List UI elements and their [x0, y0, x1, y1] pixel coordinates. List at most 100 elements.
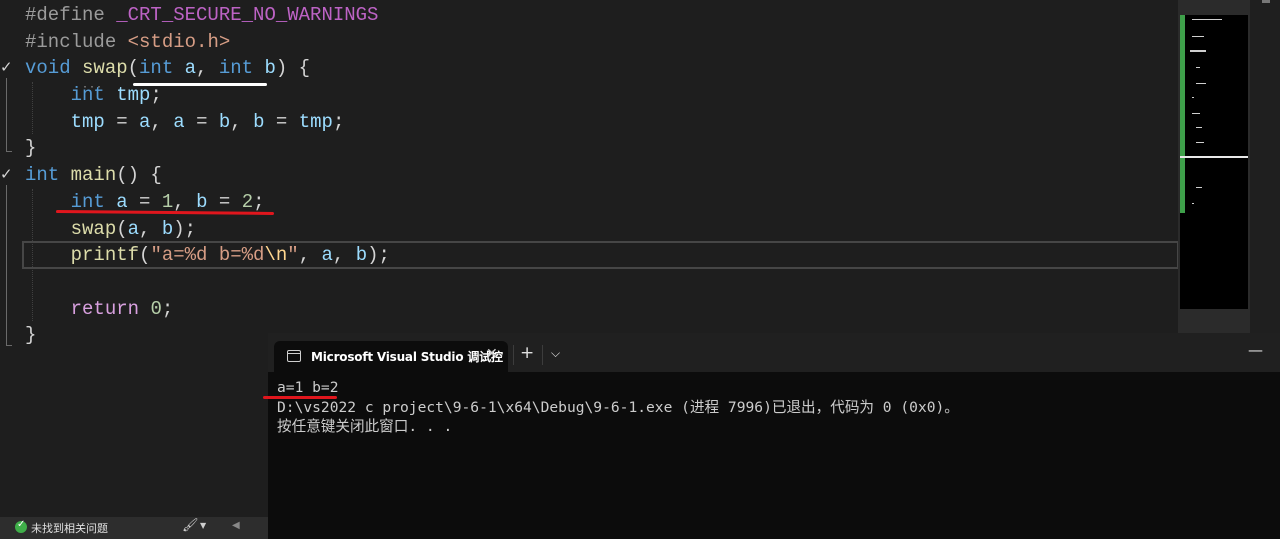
code-token: , [332, 244, 356, 267]
output-line: D:\vs2022 c project\9-6-1\x64\Debug\9-6-… [277, 398, 959, 416]
code-line[interactable]: printf("a=%d b=%d\n", a, b); [25, 242, 390, 269]
code-token: \n [264, 244, 288, 267]
issues-status[interactable]: 未找到相关问题 [31, 520, 108, 536]
fold-line [6, 78, 7, 151]
code-token: int [25, 164, 71, 187]
code-token: a [139, 110, 151, 133]
code-line[interactable]: #include <stdio.h> [25, 29, 390, 56]
code-token: ) { [275, 57, 311, 80]
code-token: ( [139, 244, 151, 267]
code-line[interactable] [25, 269, 390, 296]
fold-line-end [6, 151, 12, 152]
scroll-left-icon[interactable]: ◀ [232, 520, 240, 531]
code-token: int [139, 57, 185, 80]
code-token: b [264, 57, 276, 80]
code-token: tmp [116, 84, 151, 107]
minimap-line [1196, 83, 1206, 84]
code-token: ); [173, 217, 197, 240]
console-icon [287, 350, 301, 362]
code-line[interactable]: return 0; [25, 296, 390, 323]
code-token: void [25, 57, 83, 80]
terminal-output[interactable]: a=1 b=2 D:\vs2022 c project\9-6-1\x64\Deb… [277, 378, 1267, 437]
code-line[interactable]: } [25, 135, 390, 162]
code-token: , [230, 110, 254, 133]
tab-separator [542, 345, 543, 365]
output-line: 按任意键关闭此窗口. . . [277, 418, 453, 435]
minimap-line [1196, 142, 1204, 143]
no-issues-icon[interactable] [15, 519, 27, 533]
code-token: b [161, 217, 174, 240]
code-token: , [139, 217, 162, 240]
code-line[interactable]: #define _CRT_SECURE_NO_WARNINGS [25, 2, 390, 29]
code-token: " [287, 244, 299, 267]
code-token: ; [150, 84, 162, 107]
code-token: ; [161, 297, 174, 320]
terminal-titlebar: Microsoft Visual Studio 调试控 ✕ + ⌵ — [268, 333, 1280, 372]
minimap-line [1192, 113, 1200, 114]
code-token: "a=%d b=%d [150, 244, 265, 267]
code-token: 1 [161, 190, 174, 213]
code-token: , [173, 190, 197, 213]
code-token: a [173, 110, 185, 133]
fold-line-end [6, 345, 12, 346]
code-token: a [321, 244, 333, 267]
terminal-window[interactable]: Microsoft Visual Studio 调试控 ✕ + ⌵ — a=1 … [268, 333, 1280, 539]
tab-separator [513, 345, 514, 365]
code-token: return [70, 297, 151, 320]
close-tab-icon[interactable]: ✕ [486, 346, 498, 362]
code-line[interactable]: void swap(int a, int b) { [25, 55, 390, 82]
output-line: a=1 b=2 [277, 379, 339, 396]
code-token: = [207, 190, 242, 213]
chevron-down-icon[interactable]: ⌵ [551, 346, 560, 361]
code-token: = [104, 110, 140, 133]
code-token: _CRT_SECURE_NO_WARNINGS [116, 4, 379, 26]
code-token: printf [70, 244, 140, 267]
code-token: tmp [298, 110, 333, 133]
new-tab-button[interactable]: + [520, 343, 534, 363]
code-token: ( [127, 57, 140, 80]
code-token: a [184, 57, 197, 80]
code-line[interactable]: tmp = a, a = b, b = tmp; [25, 109, 390, 136]
code-line[interactable]: int main() { [25, 162, 390, 189]
code-token: b [253, 110, 265, 133]
code-token: ( [116, 217, 128, 240]
code-token: swap [82, 57, 128, 80]
minimize-button[interactable]: — [1248, 341, 1263, 359]
code-token: 2 [241, 190, 254, 213]
suggestion-dots: ··· [82, 82, 104, 93]
code-token: #define [25, 4, 117, 26]
editor-gutter: ✓ ✓ [0, 0, 22, 539]
chevron-down-icon[interactable]: ▼ [200, 521, 206, 530]
minimap-line [1196, 67, 1200, 68]
code-line[interactable]: swap(a, b); [25, 216, 390, 243]
code-token: } [25, 137, 37, 160]
code-token: = [127, 190, 162, 213]
minimap-line [1196, 187, 1202, 188]
minimap-line [1196, 127, 1202, 128]
code-text[interactable]: #define _CRT_SECURE_NO_WARNINGS #include … [25, 2, 390, 349]
code-token: <stdio.h> [127, 30, 231, 53]
code-token: #include [25, 30, 128, 53]
code-cleanup-brush-icon[interactable]: 🖌 [182, 518, 199, 533]
minimap-line [1192, 19, 1222, 20]
code-token: ; [332, 110, 345, 133]
minimap-line [1192, 203, 1194, 204]
code-line[interactable]: int tmp; [25, 82, 390, 109]
code-token: tmp [70, 110, 105, 133]
minimap[interactable] [1180, 15, 1248, 309]
code-token: = [264, 110, 299, 133]
code-token: swap [70, 217, 117, 240]
terminal-tab[interactable]: Microsoft Visual Studio 调试控 ✕ [274, 341, 508, 372]
code-token: , [298, 244, 322, 267]
code-token: int [218, 57, 265, 80]
collapse-check-icon[interactable]: ✓ [0, 165, 13, 183]
code-token: b [196, 190, 208, 213]
collapse-check-icon[interactable]: ✓ [0, 58, 13, 76]
scrollbar-marker [1262, 0, 1270, 3]
code-token: a [116, 190, 128, 213]
minimap-line [1190, 50, 1206, 52]
